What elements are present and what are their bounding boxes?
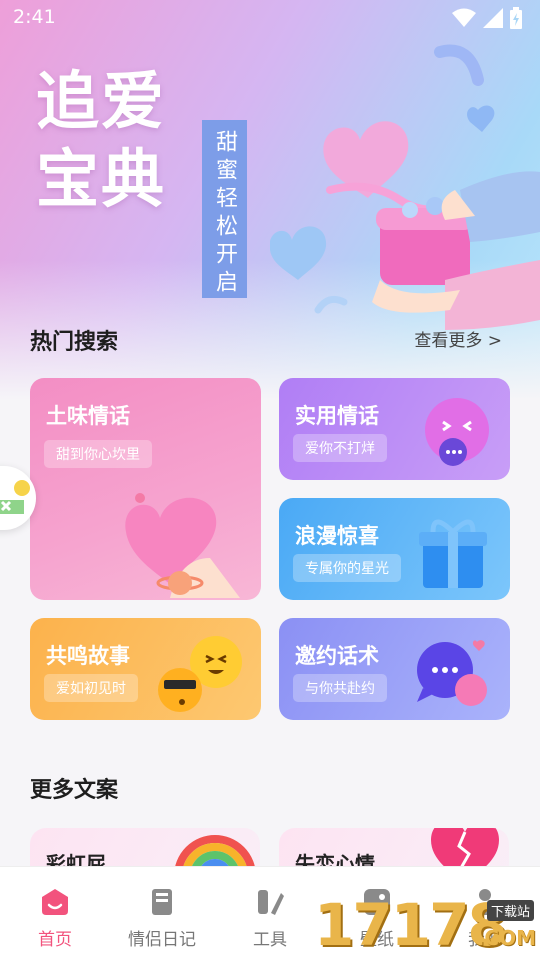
home-icon xyxy=(42,889,68,915)
hero-title-line1: 追爱 xyxy=(36,64,166,138)
nav-label: 首页 xyxy=(38,930,72,950)
hot-search-header: 热门搜索 查看更多 > xyxy=(30,324,510,358)
small-heart-icon xyxy=(467,105,495,132)
card-subtitle: 爱你不打烊 xyxy=(293,434,387,462)
status-icons xyxy=(452,7,522,29)
smiling-chat-bubble-icon xyxy=(425,398,489,466)
hero-illustration xyxy=(270,44,540,330)
tools-icon xyxy=(258,890,284,915)
status-time: 2:41 xyxy=(13,6,56,28)
card-subtitle: 与你共赴约 xyxy=(293,674,387,702)
status-bar: 2:41 xyxy=(0,0,540,36)
hero-title-line2: 宝典 xyxy=(36,142,166,216)
card-title: 邀约话术 xyxy=(295,644,379,668)
sleeve-right xyxy=(460,171,540,242)
wifi-icon xyxy=(452,8,476,27)
card-title: 实用情话 xyxy=(295,404,379,428)
ring-decor-icon xyxy=(434,44,484,86)
card-title: 浪漫惊喜 xyxy=(295,524,379,548)
hot-search-title: 热门搜索 xyxy=(30,330,119,355)
hero-title: 追爱 宝典 xyxy=(36,62,186,218)
card-shiyong-qinghua[interactable]: 实用情话 爱你不打烊 xyxy=(279,378,510,480)
chat-bubbles-icon xyxy=(417,640,487,706)
card-yaoyue-huashu[interactable]: 邀约话术 与你共赴约 xyxy=(279,618,510,720)
card-subtitle: 爱如初见时 xyxy=(44,674,138,702)
nav-tools[interactable]: 工具 xyxy=(215,867,325,960)
card-langman-jingxi[interactable]: 浪漫惊喜 专属你的星光 xyxy=(279,498,510,600)
more-copy-header: 更多文案 xyxy=(30,772,510,806)
emoji-faces-icon xyxy=(158,636,242,712)
hero-tagline: 甜蜜轻松开启 xyxy=(202,120,247,298)
watermark-badge: 下载站 xyxy=(486,900,534,921)
card-title: 共鸣故事 xyxy=(46,644,130,668)
card-subtitle: 专属你的星光 xyxy=(293,554,401,582)
see-more-link[interactable]: 查看更多 > xyxy=(414,326,502,351)
heart-in-hand-icon xyxy=(125,493,240,598)
card-title: 土味情话 xyxy=(46,404,130,428)
nav-label: 情侣日记 xyxy=(128,930,196,950)
nav-diary[interactable]: 情侣日记 xyxy=(107,867,217,960)
blue-heart-icon xyxy=(270,226,327,280)
image-icon xyxy=(0,480,30,514)
nav-label: 工具 xyxy=(253,930,287,950)
battery-charging-icon xyxy=(510,7,522,29)
card-gongming-gushi[interactable]: 共鸣故事 爱如初见时 xyxy=(30,618,261,720)
signal-icon xyxy=(483,8,503,28)
gift-box-icon xyxy=(419,519,487,588)
card-tuwei-qinghua[interactable]: 土味情话 甜到你心坎里 xyxy=(30,378,261,600)
diary-icon xyxy=(152,889,172,915)
nav-home[interactable]: 首页 xyxy=(0,867,110,960)
more-copy-title: 更多文案 xyxy=(30,778,119,803)
watermark-domain: .COM xyxy=(476,926,536,950)
watermark-17178: 17178 下载站 .COM xyxy=(314,892,540,960)
